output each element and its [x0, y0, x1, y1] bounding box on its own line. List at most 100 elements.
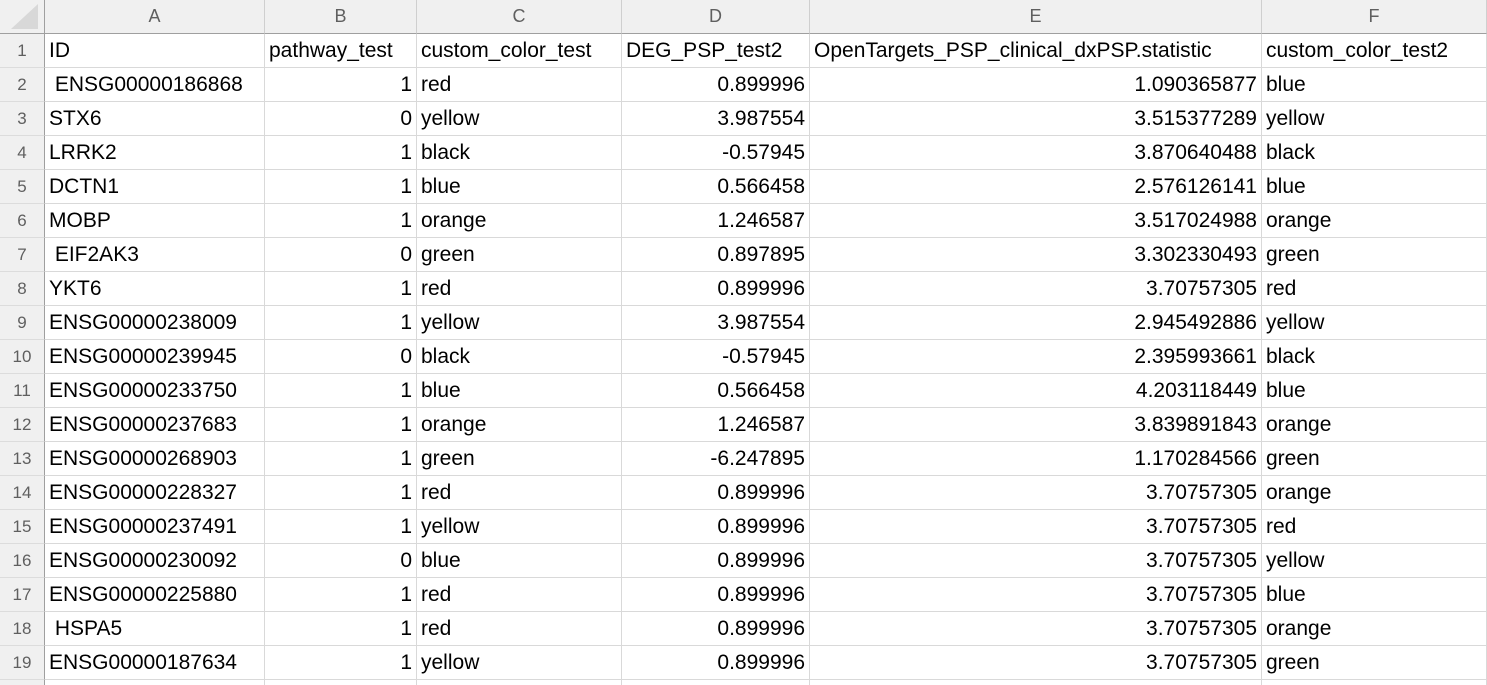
cell-A5[interactable]: DCTN1	[45, 170, 265, 204]
cell-D14[interactable]: 0.899996	[622, 476, 810, 510]
cell-A13[interactable]: ENSG00000268903	[45, 442, 265, 476]
cell-B17[interactable]: 1	[265, 578, 417, 612]
cell-C14[interactable]: red	[417, 476, 622, 510]
cell-F13[interactable]: green	[1262, 442, 1487, 476]
cell-A16[interactable]: ENSG00000230092	[45, 544, 265, 578]
row-header-19[interactable]: 19	[0, 646, 45, 680]
cell-A4[interactable]: LRRK2	[45, 136, 265, 170]
cell-D10[interactable]: -0.57945	[622, 340, 810, 374]
cell-F12[interactable]: orange	[1262, 408, 1487, 442]
cell-B12[interactable]: 1	[265, 408, 417, 442]
cell-E9[interactable]: 2.945492886	[810, 306, 1262, 340]
cell-C11[interactable]: blue	[417, 374, 622, 408]
column-header-F[interactable]: F	[1262, 0, 1487, 34]
cell-B19[interactable]: 1	[265, 646, 417, 680]
cell-A10[interactable]: ENSG00000239945	[45, 340, 265, 374]
cell-F9[interactable]: yellow	[1262, 306, 1487, 340]
row-header-11[interactable]: 11	[0, 374, 45, 408]
cell-A18[interactable]: HSPA5	[45, 612, 265, 646]
cell-B2[interactable]: 1	[265, 68, 417, 102]
cell-C9[interactable]: yellow	[417, 306, 622, 340]
cell-D4[interactable]: -0.57945	[622, 136, 810, 170]
cell-B3[interactable]: 0	[265, 102, 417, 136]
cell-F19[interactable]: green	[1262, 646, 1487, 680]
cell-C12[interactable]: orange	[417, 408, 622, 442]
cell-F20[interactable]	[1262, 680, 1487, 685]
cell-E20[interactable]	[810, 680, 1262, 685]
cell-A11[interactable]: ENSG00000233750	[45, 374, 265, 408]
cell-D19[interactable]: 0.899996	[622, 646, 810, 680]
row-header-3[interactable]: 3	[0, 102, 45, 136]
cell-D13[interactable]: -6.247895	[622, 442, 810, 476]
row-header-14[interactable]: 14	[0, 476, 45, 510]
cell-E2[interactable]: 1.090365877	[810, 68, 1262, 102]
row-header-7[interactable]: 7	[0, 238, 45, 272]
cell-F5[interactable]: blue	[1262, 170, 1487, 204]
cell-C2[interactable]: red	[417, 68, 622, 102]
cell-F8[interactable]: red	[1262, 272, 1487, 306]
cell-D1[interactable]: DEG_PSP_test2	[622, 34, 810, 68]
row-header-4[interactable]: 4	[0, 136, 45, 170]
cell-E14[interactable]: 3.70757305	[810, 476, 1262, 510]
cell-D11[interactable]: 0.566458	[622, 374, 810, 408]
cell-F2[interactable]: blue	[1262, 68, 1487, 102]
cell-A20[interactable]	[45, 680, 265, 685]
select-all-corner[interactable]	[0, 0, 45, 34]
cell-F14[interactable]: orange	[1262, 476, 1487, 510]
cell-B8[interactable]: 1	[265, 272, 417, 306]
cell-D2[interactable]: 0.899996	[622, 68, 810, 102]
row-header-12[interactable]: 12	[0, 408, 45, 442]
cell-E18[interactable]: 3.70757305	[810, 612, 1262, 646]
cell-F15[interactable]: red	[1262, 510, 1487, 544]
cell-F10[interactable]: black	[1262, 340, 1487, 374]
column-header-B[interactable]: B	[265, 0, 417, 34]
cell-E6[interactable]: 3.517024988	[810, 204, 1262, 238]
cell-E17[interactable]: 3.70757305	[810, 578, 1262, 612]
cell-F17[interactable]: blue	[1262, 578, 1487, 612]
cell-B7[interactable]: 0	[265, 238, 417, 272]
cell-E5[interactable]: 2.576126141	[810, 170, 1262, 204]
cell-C18[interactable]: red	[417, 612, 622, 646]
cell-F7[interactable]: green	[1262, 238, 1487, 272]
row-header-8[interactable]: 8	[0, 272, 45, 306]
cell-C10[interactable]: black	[417, 340, 622, 374]
cell-D20[interactable]	[622, 680, 810, 685]
row-header-17[interactable]: 17	[0, 578, 45, 612]
row-header-5[interactable]: 5	[0, 170, 45, 204]
cell-B4[interactable]: 1	[265, 136, 417, 170]
cell-A19[interactable]: ENSG00000187634	[45, 646, 265, 680]
cell-B15[interactable]: 1	[265, 510, 417, 544]
cell-D18[interactable]: 0.899996	[622, 612, 810, 646]
cell-A7[interactable]: EIF2AK3	[45, 238, 265, 272]
row-header-9[interactable]: 9	[0, 306, 45, 340]
cell-C15[interactable]: yellow	[417, 510, 622, 544]
row-header-18[interactable]: 18	[0, 612, 45, 646]
cell-E10[interactable]: 2.395993661	[810, 340, 1262, 374]
column-header-D[interactable]: D	[622, 0, 810, 34]
column-header-C[interactable]: C	[417, 0, 622, 34]
row-header-15[interactable]: 15	[0, 510, 45, 544]
row-header-2[interactable]: 2	[0, 68, 45, 102]
cell-C16[interactable]: blue	[417, 544, 622, 578]
cell-C5[interactable]: blue	[417, 170, 622, 204]
cell-A3[interactable]: STX6	[45, 102, 265, 136]
cell-C20[interactable]	[417, 680, 622, 685]
cell-D5[interactable]: 0.566458	[622, 170, 810, 204]
cell-C17[interactable]: red	[417, 578, 622, 612]
cell-E1[interactable]: OpenTargets_PSP_clinical_dxPSP.statistic	[810, 34, 1262, 68]
cell-B14[interactable]: 1	[265, 476, 417, 510]
column-header-E[interactable]: E	[810, 0, 1262, 34]
cell-B10[interactable]: 0	[265, 340, 417, 374]
cell-C6[interactable]: orange	[417, 204, 622, 238]
cell-D16[interactable]: 0.899996	[622, 544, 810, 578]
cell-A9[interactable]: ENSG00000238009	[45, 306, 265, 340]
cell-D15[interactable]: 0.899996	[622, 510, 810, 544]
cell-E3[interactable]: 3.515377289	[810, 102, 1262, 136]
cell-F11[interactable]: blue	[1262, 374, 1487, 408]
cell-D8[interactable]: 0.899996	[622, 272, 810, 306]
cell-C13[interactable]: green	[417, 442, 622, 476]
cell-E7[interactable]: 3.302330493	[810, 238, 1262, 272]
cell-D3[interactable]: 3.987554	[622, 102, 810, 136]
cell-E8[interactable]: 3.70757305	[810, 272, 1262, 306]
row-header-1[interactable]: 1	[0, 34, 45, 68]
